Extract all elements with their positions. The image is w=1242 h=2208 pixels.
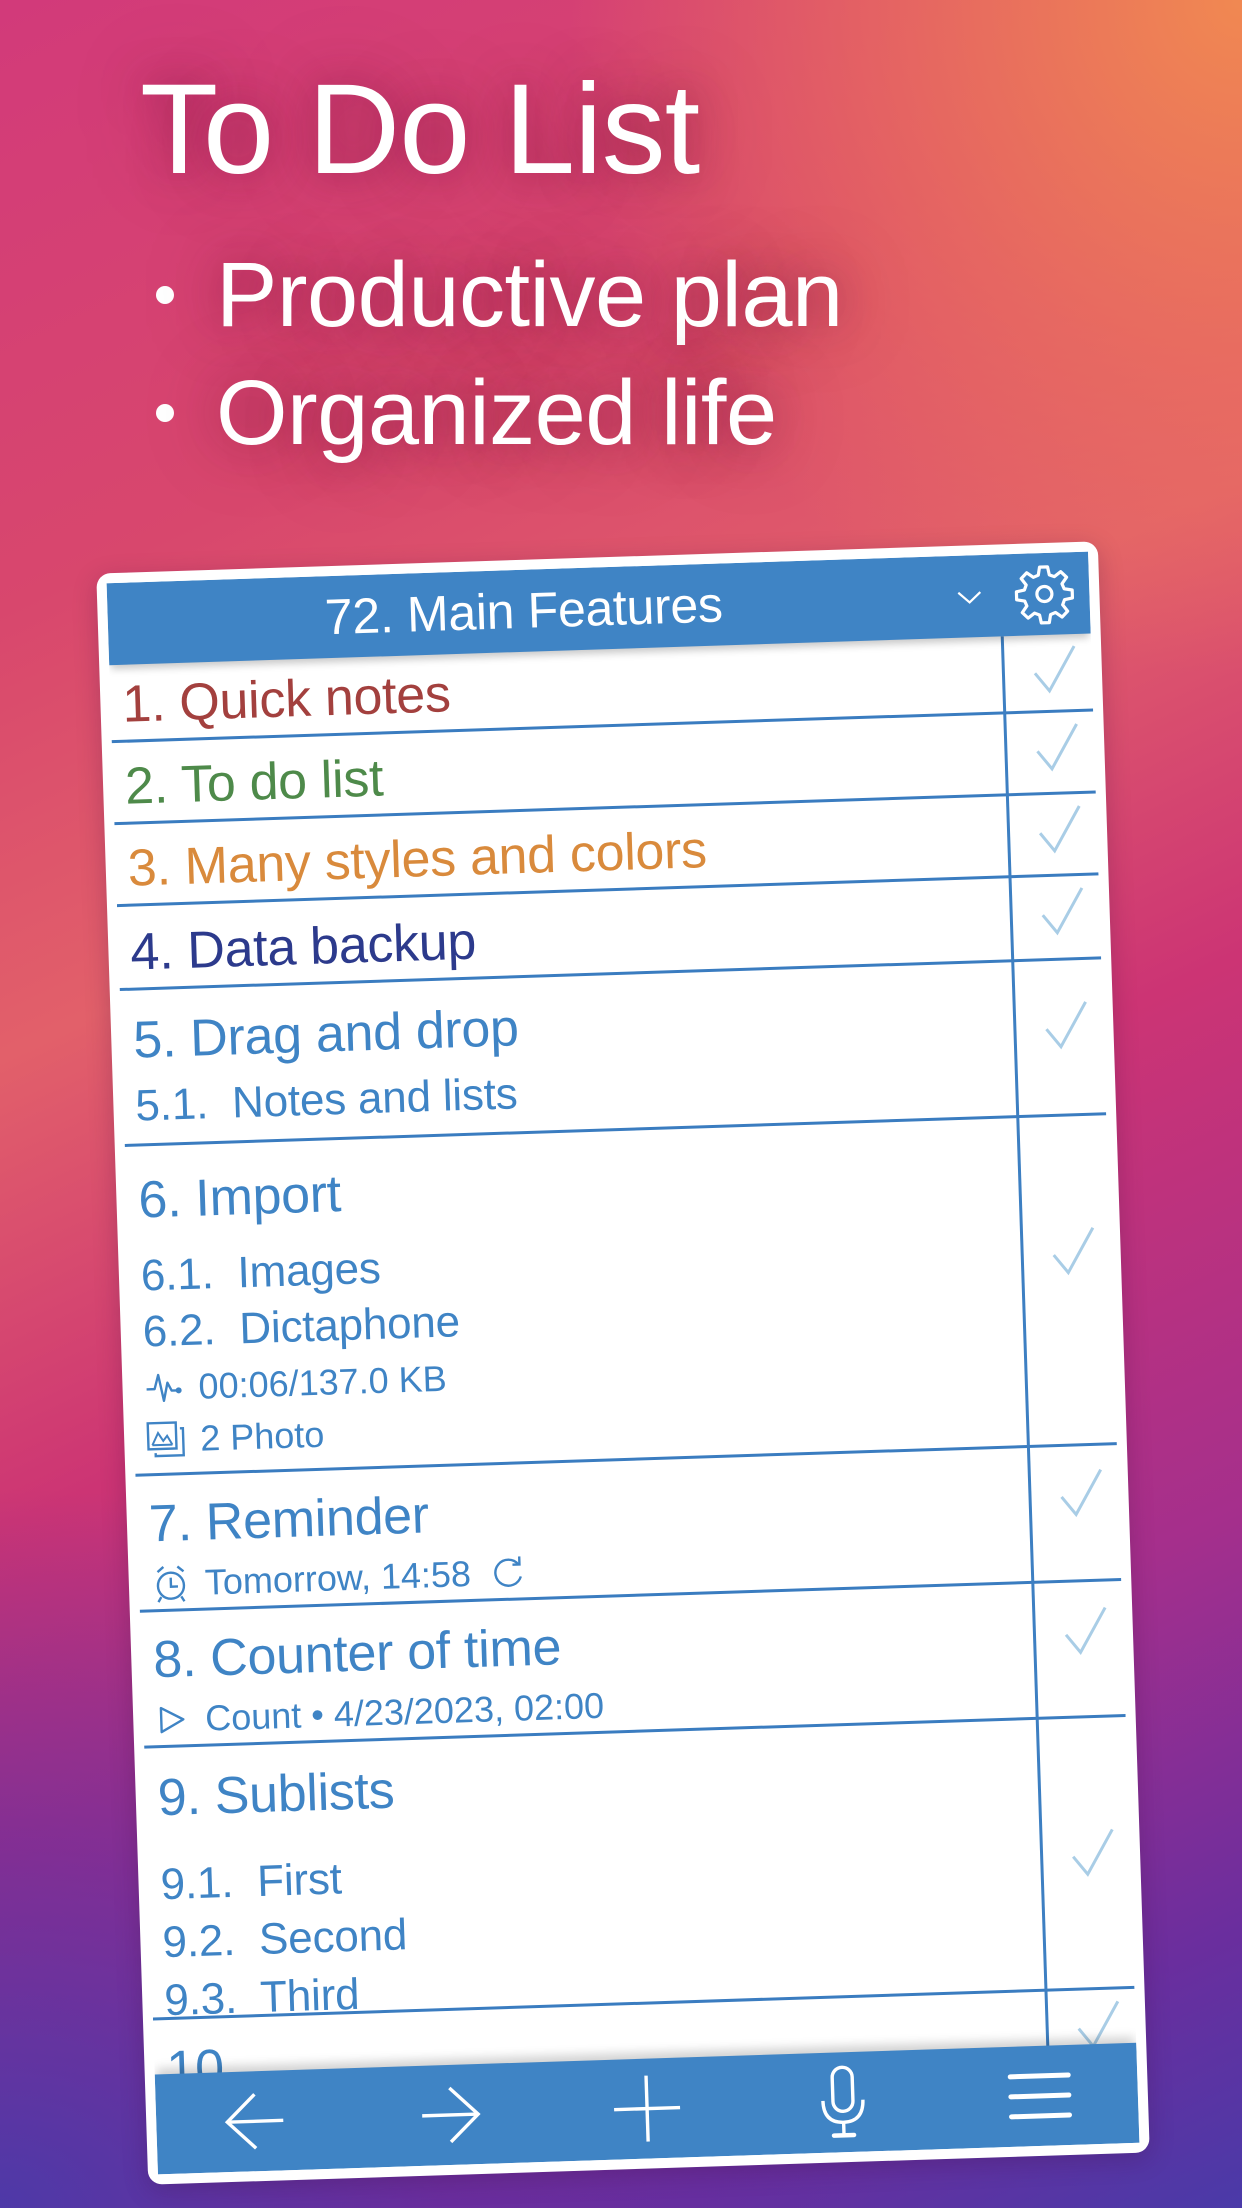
subitem-number: 9.2. <box>161 1915 236 1968</box>
photos-icon <box>146 1421 185 1458</box>
checkmark-icon[interactable] <box>1045 1599 1125 1671</box>
app-screenshot-card: 72. Main Features 1. Quick notes 2. To d… <box>96 541 1150 2185</box>
checkmark-icon[interactable] <box>1052 1821 1132 1893</box>
promo-bullet-text: Organized life <box>216 362 777 464</box>
promo-header: To Do List Productive plan Organized lif… <box>140 60 843 472</box>
microphone-icon <box>821 2065 865 2138</box>
arrow-left-icon <box>225 2093 284 2150</box>
subitem-label: Notes and lists <box>231 1069 519 1128</box>
settings-button[interactable] <box>1012 562 1076 626</box>
menu-button[interactable] <box>988 2049 1091 2142</box>
subitem-number: 6.2. <box>141 1305 217 1357</box>
hamburger-menu-icon <box>1007 2072 1072 2120</box>
promo-bullet: Organized life <box>140 354 843 472</box>
list-item[interactable]: 5. Drag and drop 5.1. Notes and lists <box>119 959 1107 1147</box>
add-item-button[interactable] <box>596 2062 699 2155</box>
play-icon <box>159 1706 185 1734</box>
alarm-clock-icon <box>156 1565 186 1603</box>
reminder-time: Tomorrow, 14:58 <box>204 1553 472 1603</box>
plus-icon <box>614 2075 681 2142</box>
promo-bullet-text: Productive plan <box>216 244 843 346</box>
checkmark-icon[interactable] <box>1016 715 1096 787</box>
todo-list: 1. Quick notes 2. To do list 3. Many sty… <box>109 633 1138 2141</box>
forward-button[interactable] <box>399 2068 502 2161</box>
checkmark-icon[interactable] <box>1033 1219 1113 1291</box>
checkmark-icon[interactable] <box>1025 993 1105 1065</box>
arrow-right-icon <box>421 2086 481 2144</box>
list-title[interactable]: 72. Main Features <box>107 568 940 653</box>
list-item[interactable]: 6. Import 6.1. Images 6.2. Dictaphone 00… <box>124 1115 1117 1477</box>
bullet-dot-icon <box>156 404 174 422</box>
subitem-label: Second <box>258 1910 408 1965</box>
app-window: 72. Main Features 1. Quick notes 2. To d… <box>106 551 1140 2175</box>
back-button[interactable] <box>203 2075 306 2168</box>
subitem-label: Dictaphone <box>238 1297 461 1354</box>
promo-title: To Do List <box>140 58 700 201</box>
photo-count: 2 Photo <box>199 1413 325 1459</box>
checkmark-icon[interactable] <box>1019 797 1099 869</box>
subitem-number: 9.1. <box>159 1857 234 1910</box>
promo-bullets: Productive plan Organized life <box>140 236 843 472</box>
audio-waveform-icon <box>146 1373 182 1403</box>
list-item[interactable]: 9. Sublists 9.1. First 9.2. Second 9.3. … <box>144 1716 1135 2025</box>
gear-icon <box>1014 565 1075 625</box>
checkmark-icon[interactable] <box>1014 637 1094 709</box>
subitem-label: First <box>256 1854 343 1907</box>
promo-bullet: Productive plan <box>140 236 843 354</box>
checkmark-icon[interactable] <box>1040 1461 1120 1533</box>
chevron-down-icon <box>957 591 982 604</box>
counter-text: Count • 4/23/2023, 02:00 <box>204 1684 605 1739</box>
subitem-label: Images <box>236 1243 382 1298</box>
checkmark-icon[interactable] <box>1022 879 1102 951</box>
subitem-number: 5.1. <box>134 1079 209 1131</box>
repeat-icon <box>494 1556 523 1587</box>
voice-input-button[interactable] <box>792 2056 895 2149</box>
audio-info: 00:06/137.0 KB <box>197 1357 448 1407</box>
bullet-dot-icon <box>156 286 174 304</box>
subitem-number: 6.1. <box>140 1249 215 1301</box>
list-dropdown-button[interactable] <box>949 577 990 618</box>
